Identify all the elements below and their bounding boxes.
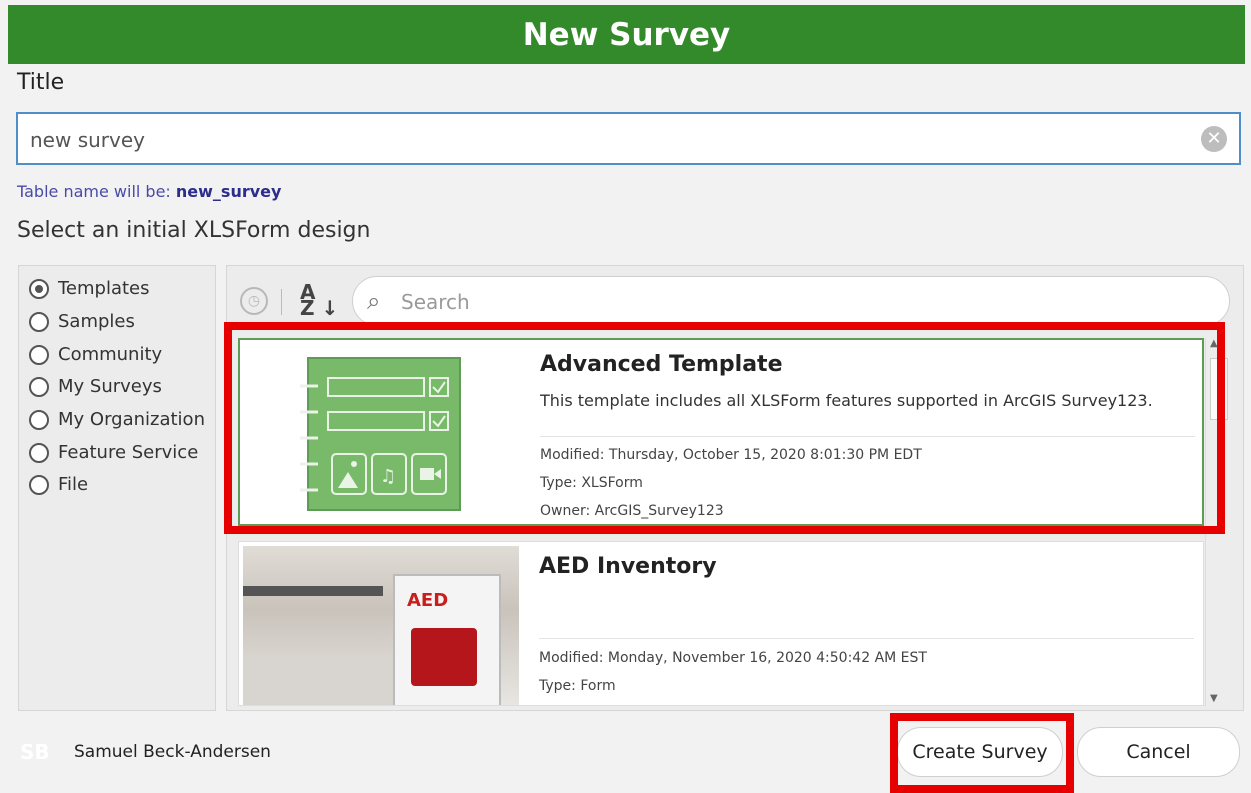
table-name-value: new_survey xyxy=(175,182,282,201)
radio-circle[interactable] xyxy=(29,344,49,365)
radio-circle[interactable] xyxy=(29,409,49,430)
template-card-advanced[interactable]: ♫ Advanced Template This template includ… xyxy=(238,338,1204,526)
aed-inventory-thumbnail: AED xyxy=(243,546,519,705)
avatar: SB xyxy=(20,740,50,764)
radio-label: Templates xyxy=(58,278,150,299)
radio-circle[interactable] xyxy=(29,376,49,397)
image-detail xyxy=(243,586,383,596)
radio-samples[interactable]: Samples xyxy=(29,311,135,332)
toolbar-divider xyxy=(281,289,282,315)
template-type: Type: Form xyxy=(539,678,616,694)
radio-file[interactable]: File xyxy=(29,474,88,495)
search-input[interactable]: ⌕ Search xyxy=(352,276,1230,326)
card-divider xyxy=(540,436,1195,437)
aed-label: AED xyxy=(407,590,449,611)
scroll-down-icon[interactable]: ▼ xyxy=(1210,693,1218,704)
template-owner: Owner: ArcGIS_Survey123 xyxy=(540,503,724,519)
radio-label: Community xyxy=(58,344,163,365)
table-name-hint: Table name will be: new_survey xyxy=(17,182,281,201)
template-description: This template includes all XLSForm featu… xyxy=(540,391,1153,410)
scroll-thumb[interactable] xyxy=(1210,358,1228,420)
user-name: Samuel Beck-Andersen xyxy=(74,742,271,762)
radio-community[interactable]: Community xyxy=(29,344,162,365)
radio-label: File xyxy=(58,474,89,495)
title-label: Title xyxy=(17,70,65,95)
search-icon: ⌕ xyxy=(367,287,381,315)
clock-icon[interactable]: ◷ xyxy=(240,287,268,315)
radio-circle[interactable] xyxy=(29,442,49,463)
create-survey-button[interactable]: Create Survey xyxy=(897,727,1063,777)
radio-my-organization[interactable]: My Organization xyxy=(29,409,205,430)
source-panel: Templates Samples Community My Surveys M… xyxy=(18,265,216,711)
template-type: Type: XLSForm xyxy=(540,475,643,491)
sort-alpha-icon[interactable]: AZ ↓ xyxy=(300,282,338,318)
title-input[interactable]: new survey ✕ xyxy=(16,112,1241,165)
table-name-prefix: Table name will be: xyxy=(17,182,176,201)
radio-circle[interactable] xyxy=(29,474,49,495)
dialog-title-bar: New Survey xyxy=(8,5,1245,64)
image-detail xyxy=(243,656,393,705)
radio-feature-service[interactable]: Feature Service xyxy=(29,442,198,463)
cancel-button[interactable]: Cancel xyxy=(1077,727,1240,777)
search-placeholder: Search xyxy=(401,290,470,314)
form-template-icon: ♫ xyxy=(300,357,461,511)
radio-my-surveys[interactable]: My Surveys xyxy=(29,376,162,397)
advanced-template-thumbnail: ♫ xyxy=(240,340,520,524)
radio-label: Feature Service xyxy=(58,442,199,463)
clear-icon[interactable]: ✕ xyxy=(1201,126,1227,152)
template-modified: Modified: Monday, November 16, 2020 4:50… xyxy=(539,650,927,666)
radio-circle[interactable] xyxy=(29,311,49,332)
radio-label: Samples xyxy=(58,311,135,332)
radio-label: My Surveys xyxy=(58,376,162,397)
radio-label: My Organization xyxy=(58,409,205,430)
template-card-aed[interactable]: AED AED Inventory Modified: Monday, Nove… xyxy=(238,541,1204,706)
radio-templates[interactable]: Templates xyxy=(29,278,150,299)
card-divider xyxy=(539,638,1194,639)
template-list-scrollbar[interactable]: ▲ ▼ xyxy=(1205,338,1230,706)
template-title: Advanced Template xyxy=(540,352,783,377)
aed-cabinet-image: AED xyxy=(393,574,501,705)
template-title: AED Inventory xyxy=(539,554,717,579)
title-input-value: new survey xyxy=(30,128,145,152)
design-section-label: Select an initial XLSForm design xyxy=(17,218,371,243)
svg-text:♫: ♫ xyxy=(380,466,396,487)
dialog-title: New Survey xyxy=(522,16,731,53)
aed-device-image xyxy=(411,628,477,686)
radio-circle[interactable] xyxy=(29,278,49,299)
scroll-up-icon[interactable]: ▲ xyxy=(1210,338,1218,349)
template-modified: Modified: Thursday, October 15, 2020 8:0… xyxy=(540,447,922,463)
